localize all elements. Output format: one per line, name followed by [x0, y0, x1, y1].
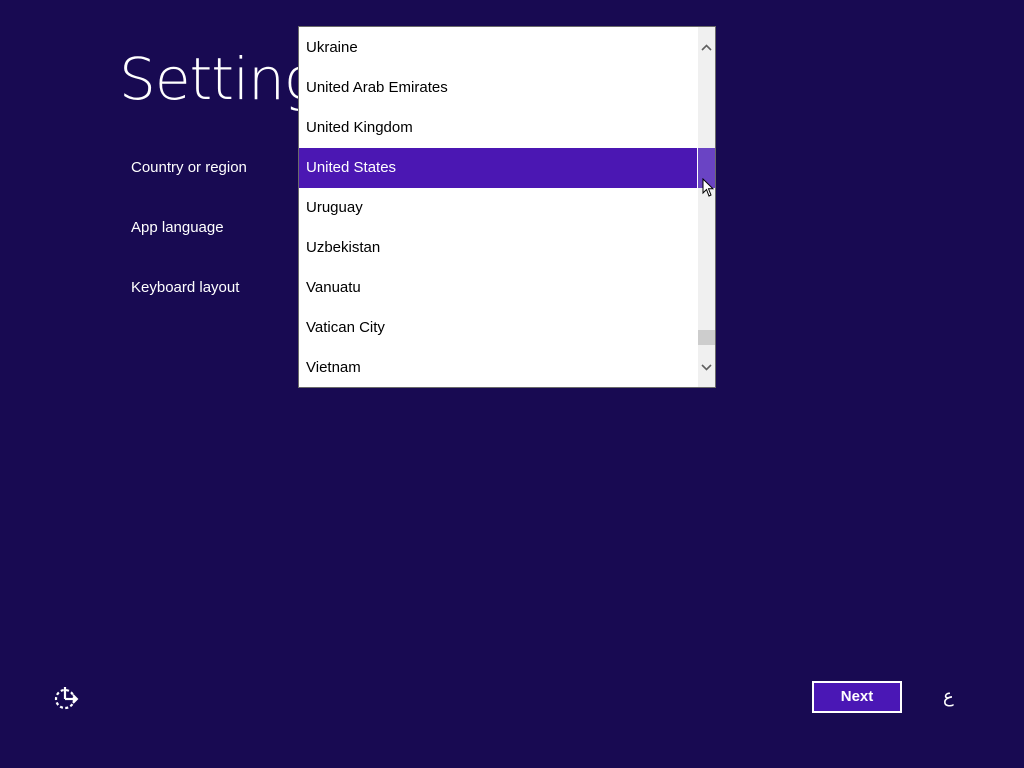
- list-item[interactable]: United Kingdom: [299, 108, 697, 148]
- app-language-label: App language: [131, 219, 224, 236]
- list-item[interactable]: Ukraine: [299, 28, 697, 68]
- list-item[interactable]: Vatican City: [299, 308, 697, 348]
- next-button[interactable]: Next: [812, 681, 902, 713]
- country-dropdown-list[interactable]: Ukraine United Arab Emirates United King…: [298, 26, 716, 388]
- country-options: Ukraine United Arab Emirates United King…: [299, 28, 697, 387]
- input-language-indicator[interactable]: ع: [943, 686, 954, 707]
- keyboard-layout-label: Keyboard layout: [131, 279, 240, 296]
- scroll-down-button[interactable]: [698, 357, 715, 377]
- list-item[interactable]: Vietnam: [299, 348, 697, 387]
- ease-of-access-icon[interactable]: [52, 684, 80, 712]
- mouse-pointer-icon: [702, 178, 714, 197]
- chevron-up-icon: [701, 43, 712, 51]
- list-item[interactable]: United Arab Emirates: [299, 68, 697, 108]
- list-item-selected[interactable]: United States: [299, 148, 697, 188]
- list-item[interactable]: Uruguay: [299, 188, 697, 228]
- dropdown-scrollbar[interactable]: [698, 27, 715, 387]
- chevron-down-icon: [701, 363, 712, 371]
- list-item[interactable]: Vanuatu: [299, 268, 697, 308]
- list-item[interactable]: Uzbekistan: [299, 228, 697, 268]
- setup-settings-page: Settings Country or region App language …: [0, 0, 1024, 768]
- scrollbar-thumb[interactable]: [698, 330, 715, 345]
- country-or-region-label: Country or region: [131, 159, 247, 176]
- scroll-up-button[interactable]: [698, 37, 715, 57]
